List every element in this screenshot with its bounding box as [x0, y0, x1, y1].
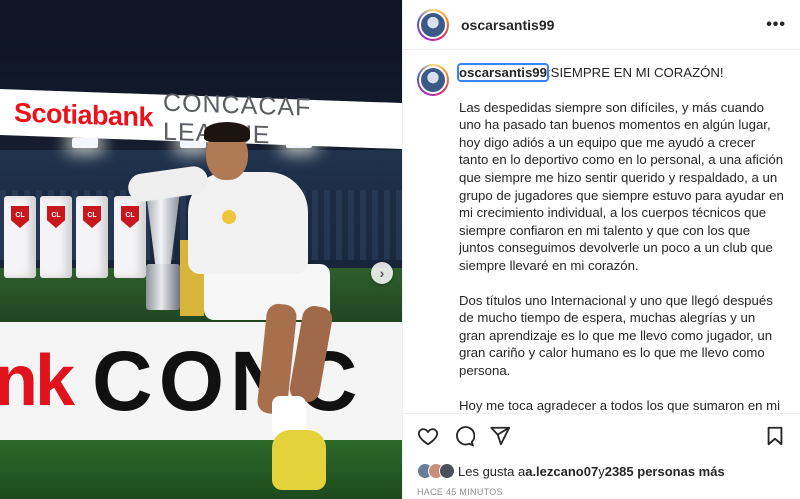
- sponsor-banner-top: Scotiabank CONCACAF LEAGUE: [0, 89, 402, 149]
- send-icon[interactable]: [489, 425, 511, 447]
- post-username[interactable]: oscarsantis99: [461, 17, 554, 33]
- stadium-light: [72, 138, 98, 148]
- trophy-display-tube: CL: [40, 196, 72, 278]
- post-timestamp[interactable]: HACE 45 MINUTOS: [403, 485, 800, 499]
- caption-text: oscarsantis99:SIEMPRE EN MI CORAZÓN! Las…: [457, 63, 784, 413]
- caption-paragraph: Dos títulos uno Internacional y uno que …: [459, 292, 773, 378]
- banner-league: CONCACAF LEAGUE: [163, 88, 312, 150]
- likes-first-user[interactable]: a.lezcano07: [525, 464, 598, 479]
- caption-avatar[interactable]: [417, 64, 449, 96]
- likes-prefix: Les gusta a: [458, 463, 526, 479]
- heart-icon[interactable]: [417, 425, 439, 447]
- caption-area: oscarsantis99:SIEMPRE EN MI CORAZÓN! Las…: [403, 50, 800, 413]
- chevron-right-icon: ›: [379, 265, 385, 281]
- next-photo-button[interactable]: ›: [371, 262, 393, 284]
- trophy-display-tube: CL: [76, 196, 108, 278]
- post-photo[interactable]: Scotiabank CONCACAF LEAGUE CL CL CL CL n…: [0, 0, 402, 499]
- avatar[interactable]: [417, 8, 449, 41]
- likes-row: Les gusta a a.lezcano07 y 2385 personas …: [403, 457, 800, 485]
- action-bar: [403, 413, 800, 457]
- caption-headline: :SIEMPRE EN MI CORAZÓN!: [546, 65, 724, 80]
- sponsor-banner-bottom: nk CONC: [0, 322, 402, 440]
- avatar: [439, 463, 455, 479]
- instagram-post: Scotiabank CONCACAF LEAGUE CL CL CL CL n…: [0, 0, 800, 499]
- caption-paragraph: Las despedidas siempre son difíciles, y …: [459, 99, 784, 273]
- more-horizontal-icon[interactable]: •••: [766, 16, 786, 34]
- likes-others-link[interactable]: 2385 personas más: [605, 464, 725, 479]
- caption-paragraph: Hoy me toca agradecer a todos los que su…: [459, 397, 781, 413]
- medal: [222, 210, 236, 224]
- player-boot: [272, 430, 326, 490]
- liker-avatars[interactable]: [417, 463, 455, 479]
- caption-username[interactable]: oscarsantis99: [457, 63, 549, 82]
- bookmark-icon[interactable]: [764, 425, 786, 447]
- post-header: oscarsantis99 •••: [403, 0, 800, 50]
- trophy-display-tube: CL: [4, 196, 36, 278]
- grass: [0, 440, 402, 499]
- post-side-panel: oscarsantis99 ••• oscarsantis99:SIEMPRE …: [402, 0, 800, 499]
- player-hair: [204, 122, 250, 142]
- banner-text-left: nk: [0, 341, 75, 421]
- comment-icon[interactable]: [453, 425, 475, 447]
- banner-brand: Scotiabank: [14, 96, 154, 132]
